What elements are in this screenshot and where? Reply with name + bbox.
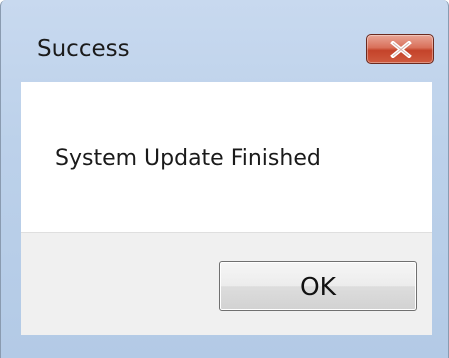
close-button[interactable] [366,34,434,64]
dialog-content: System Update Finished [21,82,432,232]
close-icon [390,41,412,58]
ok-button[interactable]: OK [219,261,417,311]
title-bar[interactable]: Success [1,0,448,82]
dialog-message: System Update Finished [55,146,321,171]
message-dialog: Success System Update Finished OK [0,0,449,358]
dialog-footer: OK [21,232,432,335]
dialog-title: Success [37,36,130,62]
window-bottom-frame [1,334,448,358]
